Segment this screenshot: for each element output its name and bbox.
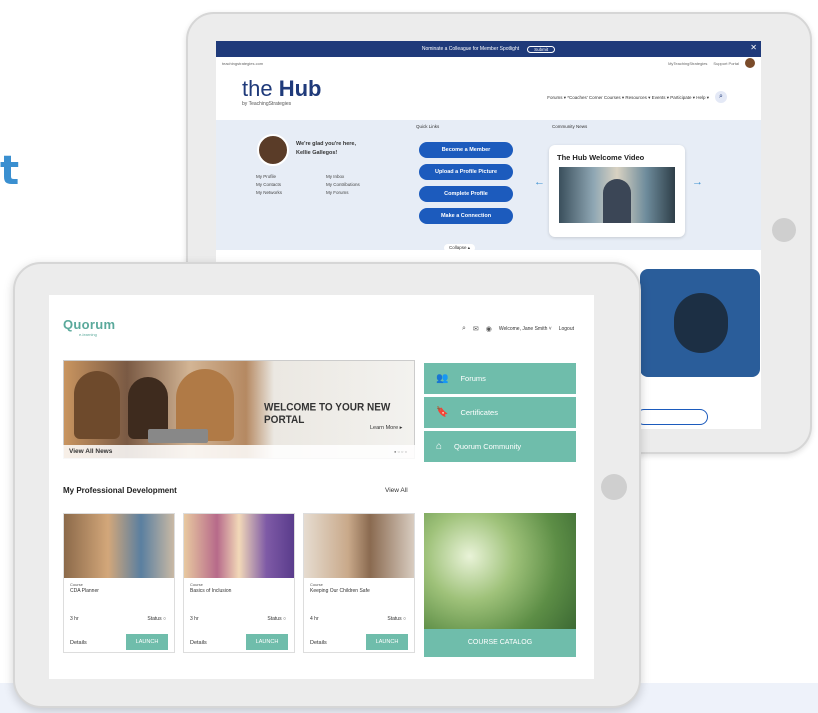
course-name: Keeping Our Children Safe: [310, 588, 370, 594]
quorum-logo-sub: e-learning: [79, 332, 97, 337]
course-hours: 3 hr: [70, 616, 79, 622]
complete-profile-button[interactable]: Complete Profile: [419, 186, 513, 202]
user-menu: ⌕ ✉ ◉ Welcome, Jane Smith ˅ Logout: [462, 325, 574, 333]
quorum-logo[interactable]: Quorum: [63, 317, 115, 332]
course-name: CDA Planner: [70, 588, 99, 594]
course-hours: 4 hr: [310, 616, 319, 622]
welcome-panel: We're glad you're here, Kellie Gallegos!…: [216, 120, 761, 250]
announcement-bar: Nominate a Colleague for Member Spotligh…: [216, 41, 761, 57]
course-status: Status ○: [267, 616, 286, 622]
course-catalog-tile[interactable]: COURSE CATALOG: [424, 513, 576, 657]
course-card[interactable]: Course CDA Planner 3 hr Status ○ Details…: [63, 513, 175, 653]
community-news-label: Community News: [552, 124, 588, 129]
arrow-left-icon[interactable]: ←: [534, 176, 545, 188]
close-icon[interactable]: ✕: [750, 43, 757, 52]
course-kind: Course: [70, 582, 83, 587]
view-all-news-link[interactable]: View All News: [69, 448, 112, 455]
launch-button[interactable]: LAUNCH: [366, 634, 408, 650]
submit-button[interactable]: Submit: [527, 45, 556, 53]
make-connection-button[interactable]: Make a Connection: [419, 208, 513, 224]
feature-button[interactable]: [636, 409, 708, 425]
link-my-contributions[interactable]: My Contributions: [326, 182, 396, 187]
link-my-inbox[interactable]: My Inbox: [326, 174, 396, 179]
course-hours: 3 hr: [190, 616, 199, 622]
course-image: [184, 514, 294, 578]
profile-links: My Profile My Inbox My Contacts My Contr…: [256, 174, 396, 195]
utility-bar: teachingstrategies.com MyTeachingStrateg…: [216, 57, 761, 69]
launch-button[interactable]: LAUNCH: [126, 634, 168, 650]
course-card[interactable]: Course Basics of Inclusion 3 hr Status ○…: [183, 513, 295, 653]
view-all-news-bar: View All News ● ○ ○ ○: [63, 445, 415, 459]
tile-label: Certificates: [460, 408, 498, 417]
details-link[interactable]: Details: [70, 640, 87, 646]
launch-button[interactable]: LAUNCH: [246, 634, 288, 650]
tile-label: Forums: [460, 374, 486, 383]
link-my-contacts[interactable]: My Contacts: [256, 182, 326, 187]
users-icon: 👥: [436, 373, 449, 384]
course-card[interactable]: Course Keeping Our Children Safe 4 hr St…: [303, 513, 415, 653]
search-icon[interactable]: ⌕: [462, 325, 466, 333]
tile-label: Quorum Community: [454, 442, 522, 451]
heading-fragment: t: [0, 148, 20, 194]
hub-logo-byline: by TeachingStrategies: [242, 101, 292, 107]
link-my-profile[interactable]: My Profile: [256, 174, 326, 179]
course-kind: Course: [190, 582, 203, 587]
tile-quorum-community[interactable]: ⌂ Quorum Community: [424, 431, 576, 462]
tile-certificates[interactable]: 🔖 Certificates: [424, 397, 576, 428]
search-icon[interactable]: ⌕: [715, 91, 727, 103]
util-link-myteachingstrategies[interactable]: MyTeachingStrategies: [668, 61, 707, 66]
upload-picture-button[interactable]: Upload a Profile Picture: [419, 164, 513, 180]
become-member-button[interactable]: Become a Member: [419, 142, 513, 158]
quorum-screen: Quorum e-learning ⌕ ✉ ◉ Welcome, Jane Sm…: [49, 295, 594, 679]
avatar[interactable]: [745, 58, 755, 68]
carousel-pager[interactable]: ● ○ ○ ○: [394, 449, 407, 454]
course-status: Status ○: [387, 616, 406, 622]
video-card[interactable]: The Hub Welcome Video: [549, 145, 685, 237]
link-my-networks[interactable]: My Networks: [256, 190, 326, 195]
course-image: [304, 514, 414, 578]
tile-forums[interactable]: 👥 Forums: [424, 363, 576, 394]
learn-more-link[interactable]: Learn More ▸: [370, 425, 402, 431]
announcement-text: Nominate a Colleague for Member Spotligh…: [421, 46, 520, 52]
hub-header: the Hub by TeachingStrategies Forums ▾ *…: [216, 69, 761, 113]
logout-link[interactable]: Logout: [559, 326, 574, 332]
banner-headline: WELCOME TO YOUR NEW PORTAL: [264, 401, 391, 427]
user-icon[interactable]: ◉: [486, 325, 492, 333]
arrow-right-icon[interactable]: →: [692, 176, 703, 188]
course-catalog-label: COURSE CATALOG: [424, 629, 576, 657]
collapse-button[interactable]: Collapse ▴: [444, 244, 476, 252]
details-link[interactable]: Details: [190, 640, 207, 646]
home-button-icon: [772, 218, 796, 242]
course-image: [64, 514, 174, 578]
main-nav[interactable]: Forums ▾ *Coaches' Corner Courses ▾ Reso…: [547, 95, 709, 101]
welcome-message: We're glad you're here, Kellie Gallegos!: [296, 141, 356, 156]
messages-icon[interactable]: ✉: [473, 325, 479, 333]
welcome-user[interactable]: Welcome, Jane Smith ˅: [499, 326, 552, 332]
course-status: Status ○: [147, 616, 166, 622]
details-link[interactable]: Details: [310, 640, 327, 646]
feature-image: [640, 269, 760, 377]
home-button-icon: [601, 474, 627, 500]
home-icon: ⌂: [436, 441, 443, 452]
section-title: My Professional Development: [63, 486, 177, 495]
bookmark-icon: 🔖: [436, 407, 449, 418]
profile-photo[interactable]: [257, 134, 289, 166]
video-thumbnail[interactable]: [559, 167, 675, 223]
link-my-forums[interactable]: My Forums: [326, 190, 396, 195]
view-all-link[interactable]: View All: [385, 487, 408, 494]
site-link[interactable]: teachingstrategies.com: [222, 61, 263, 66]
course-name: Basics of Inclusion: [190, 588, 232, 594]
quick-links-label: Quick Links: [416, 124, 440, 129]
course-kind: Course: [310, 582, 323, 587]
video-title: The Hub Welcome Video: [557, 153, 645, 162]
util-link-support-portal[interactable]: Support Portal: [713, 61, 739, 66]
